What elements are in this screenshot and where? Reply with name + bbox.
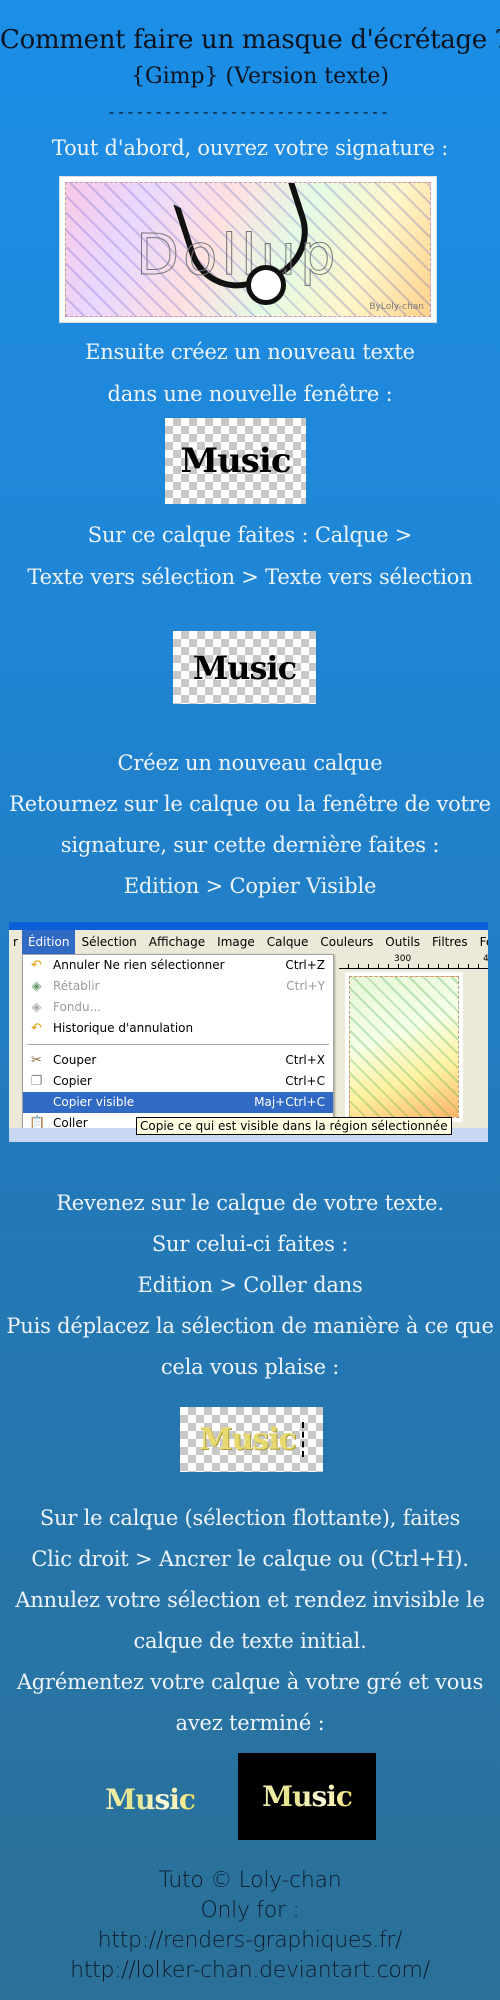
final-music-text: Music [105, 1782, 196, 1816]
step-2-line-2: dans une nouvelle fenêtre : [107, 382, 393, 406]
step-3-line-1: Sur ce calque faites : Calque > [87, 523, 413, 547]
signature-word: Dollup [136, 223, 340, 289]
step-3-line-2: Texte vers sélection > Texte vers sélect… [27, 565, 473, 589]
menubar: r Édition Sélection Affichage Image Calq… [9, 930, 488, 954]
step-5-line-1: Revenez sur le calque de votre texte. [56, 1191, 444, 1215]
menu-item-shortcut: Ctrl+C [285, 1074, 325, 1088]
footer-link-renders[interactable]: http://renders-graphiques.fr/ [0, 1928, 500, 1953]
window-titlebar [9, 922, 488, 930]
menu-item-copier[interactable]: ❐ Copier Ctrl+C [23, 1071, 333, 1092]
fade-icon: ◈ [31, 1000, 42, 1015]
step-5-line-3: Edition > Coller dans [137, 1273, 363, 1297]
redo-icon: ◈ [31, 979, 42, 994]
menu-item-label: Rétablir [53, 979, 100, 993]
page-title: Comment faire un masque d'écrétage ? [0, 25, 500, 55]
step-4-line-3: signature, sur cette dernière faites : [60, 833, 440, 857]
step-4-line-2: Retournez sur le calque ou la fenêtre de… [9, 792, 491, 816]
undo-icon: ↶ [31, 958, 42, 973]
menu-couleurs[interactable]: Couleurs [314, 930, 379, 954]
ruler-label-4: 4 [483, 954, 488, 964]
menu-item-label: Copier visible [53, 1095, 135, 1109]
step-6-line-3: Annulez votre sélection et rendez invisi… [15, 1588, 485, 1612]
menu-edition[interactable]: Édition [21, 930, 76, 954]
menu-item-copier-visible[interactable]: Copier visible Maj+Ctrl+C [23, 1092, 333, 1113]
undo-history-icon: ↶ [31, 1021, 42, 1036]
menu-filtres[interactable]: Filtres [426, 930, 474, 954]
signature-image: Dollup ByLoly-chan [59, 176, 437, 323]
menu-separator [27, 1044, 329, 1045]
menu-item-shortcut: Maj+Ctrl+C [254, 1095, 325, 1109]
step-6-line-4: calque de texte initial. [133, 1629, 367, 1653]
final-result-transparent: Music [94, 1764, 206, 1834]
menu-item-shortcut: Ctrl+Z [285, 958, 325, 972]
step-5-line-2: Sur celui-ci faites : [151, 1232, 349, 1256]
gimp-screenshot: r Édition Sélection Affichage Image Calq… [9, 922, 488, 1142]
copy-icon: ❐ [30, 1074, 43, 1089]
final-music-text-black: Music [262, 1780, 353, 1813]
menu-calque[interactable]: Calque [261, 930, 315, 954]
step-5-line-4: Puis déplacez la sélection de manière à … [6, 1314, 494, 1338]
text-selection-image: Music [173, 631, 316, 704]
ruler-label-300: 300 [394, 954, 412, 964]
menu-item-shortcut: Ctrl+Y [286, 979, 325, 993]
step-4-line-1: Créez un nouveau calque [117, 751, 383, 775]
menu-item-label: Historique d'annulation [53, 1021, 194, 1035]
menu-item-label: Couper [53, 1053, 97, 1067]
step-1-text: Tout d'abord, ouvrez votre signature : [51, 136, 449, 160]
music-selection-text: Music [192, 648, 297, 687]
footer-link-deviantart[interactable]: http://lolker-chan.deviantart.com/ [0, 1958, 500, 1983]
menu-item-shortcut: Ctrl+X [285, 1053, 325, 1067]
left-ruler [9, 954, 21, 1129]
menu-item-couper[interactable]: ✂ Couper Ctrl+X [23, 1050, 333, 1071]
menu-partial-left[interactable]: r [9, 930, 22, 954]
music-text: Music [180, 441, 291, 481]
step-5-line-5: cela vous plaise : [160, 1355, 340, 1379]
step-2-line-1: Ensuite créez un nouveau texte [85, 340, 415, 364]
divider: ------------------------------ [108, 102, 392, 121]
menu-selection[interactable]: Sélection [75, 930, 142, 954]
pasted-into-image: Music [180, 1407, 323, 1472]
menu-item-fondu[interactable]: ◈ Fondu... [23, 997, 333, 1018]
text-layer-image: Music [165, 418, 306, 504]
step-4-line-4: Edition > Copier Visible [123, 874, 377, 898]
footer-only-for: Only for : [200, 1898, 300, 1923]
step-6-line-1: Sur le calque (sélection flottante), fai… [39, 1506, 461, 1530]
final-result-black: Music [238, 1753, 376, 1840]
menu-item-label: Fondu... [53, 1000, 102, 1014]
page-subtitle: {Gimp} (Version texte) [131, 64, 389, 89]
menu-item-annuler[interactable]: ↶ Annuler Ne rien sélectionner Ctrl+Z [23, 955, 333, 976]
menu-outils[interactable]: Outils [379, 930, 426, 954]
menu-fenetres-partial[interactable]: Fe [474, 930, 488, 954]
top-ruler: 300 4 [339, 954, 488, 969]
image-canvas[interactable] [345, 972, 463, 1122]
step-6-line-5: Agrémentez votre calque à votre gré et v… [16, 1670, 484, 1694]
menu-image[interactable]: Image [211, 930, 261, 954]
edition-dropdown-menu: ↶ Annuler Ne rien sélectionner Ctrl+Z ◈ … [22, 954, 334, 1142]
menu-item-historique[interactable]: ↶ Historique d'annulation [23, 1018, 333, 1039]
signature-credit: ByLoly-chan [369, 302, 424, 312]
step-6-line-2: Clic droit > Ancrer le calque ou (Ctrl+H… [31, 1547, 469, 1571]
menu-item-label: Copier [53, 1074, 92, 1088]
earbud-graphic [246, 265, 286, 305]
menu-affichage[interactable]: Affichage [143, 930, 211, 954]
step-6-line-6: avez terminé : [175, 1711, 325, 1735]
menu-item-label: Annuler Ne rien sélectionner [53, 958, 225, 972]
cut-icon: ✂ [31, 1053, 42, 1068]
footer-credit: Tuto © Loly-chan [158, 1868, 342, 1893]
music-pasted-text: Music [199, 1422, 304, 1457]
tooltip: Copie ce qui est visible dans la région … [136, 1117, 452, 1135]
menu-item-retablir[interactable]: ◈ Rétablir Ctrl+Y [23, 976, 333, 997]
